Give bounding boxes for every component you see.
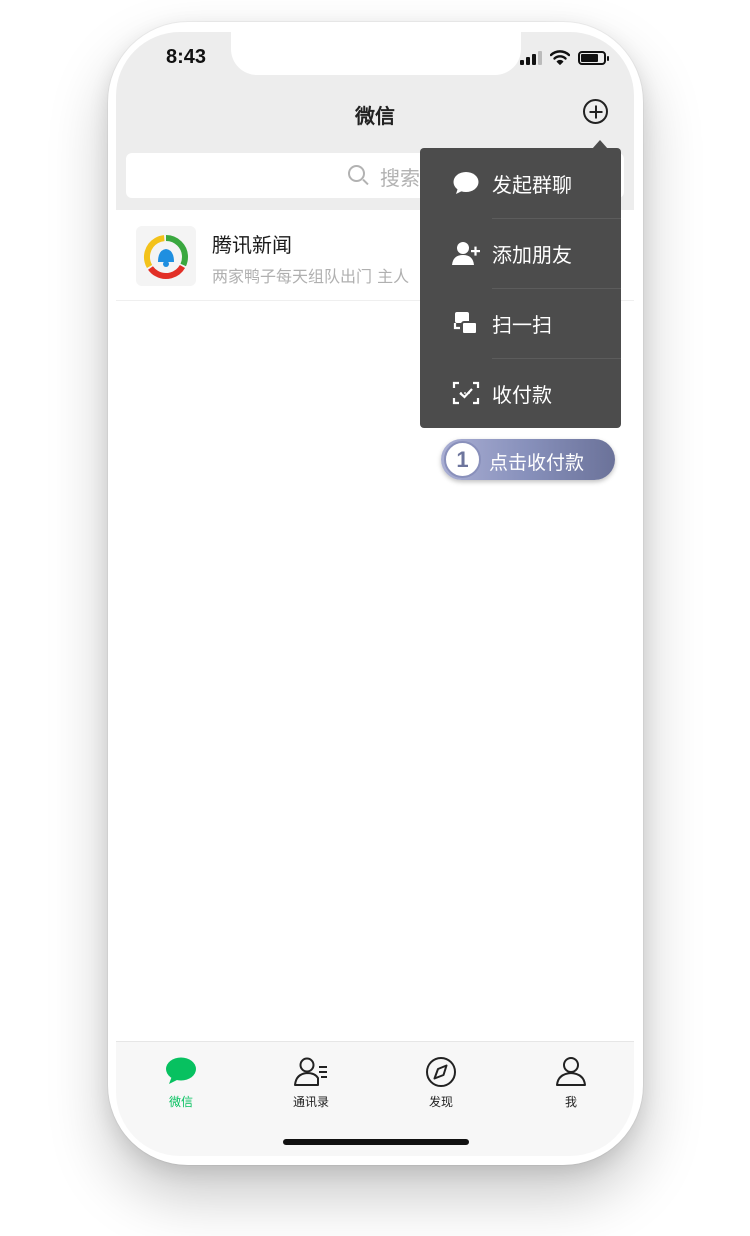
menu-item-group-chat[interactable]: 发起群聊: [420, 148, 621, 218]
tencent-news-logo-icon: [144, 235, 188, 279]
stage: 8:43 微信 搜索 腾讯新闻 两家鸭子每天组队出门 主人 发起群聊 添加朋友 …: [0, 0, 750, 1236]
scan-icon: [453, 312, 478, 335]
nav-bar: 微信: [116, 92, 634, 148]
menu-item-payment[interactable]: 收付款: [420, 358, 621, 428]
tab-me[interactable]: 我: [526, 1056, 616, 1116]
page-title: 微信: [355, 104, 395, 128]
home-indicator[interactable]: [283, 1139, 469, 1145]
menu-label: 扫一扫: [492, 313, 552, 337]
step-badge: 1: [444, 441, 481, 478]
add-plus-button[interactable]: [583, 99, 608, 124]
add-friend-icon: [452, 242, 480, 265]
payment-icon: [452, 381, 480, 405]
tab-label: 发现: [428, 1095, 453, 1109]
tab-label: 我: [564, 1095, 577, 1109]
tencent-news-avatar: [136, 226, 196, 286]
tab-wechat[interactable]: 微信: [136, 1056, 226, 1116]
battery-icon: [578, 50, 609, 65]
menu-item-scan[interactable]: 扫一扫: [420, 288, 621, 358]
tab-label: 通讯录: [292, 1095, 329, 1109]
tab-contacts[interactable]: 通讯录: [266, 1056, 356, 1116]
me-icon: [556, 1057, 586, 1086]
guide-hint-tooltip: 1 点击收付款: [441, 439, 615, 480]
tab-discover[interactable]: 发现: [396, 1056, 486, 1116]
menu-item-add-friend[interactable]: 添加朋友: [420, 218, 621, 288]
hint-text: 点击收付款: [489, 452, 585, 474]
notch: [231, 32, 521, 75]
contacts-icon: [294, 1057, 327, 1086]
menu-label: 添加朋友: [492, 243, 572, 267]
chat-icon: [166, 1057, 196, 1084]
tab-label: 微信: [168, 1095, 193, 1109]
status-icons: [520, 50, 609, 65]
phone-screen: 8:43 微信 搜索 腾讯新闻 两家鸭子每天组队出门 主人 发起群聊 添加朋友 …: [116, 32, 634, 1156]
status-time: 8:43: [166, 46, 207, 68]
menu-label: 收付款: [492, 383, 552, 407]
wifi-icon: [550, 50, 570, 65]
compass-icon: [426, 1057, 456, 1087]
plus-popup-menu: 发起群聊 添加朋友 扫一扫 收付款: [420, 148, 621, 428]
signal-icon: [520, 50, 542, 65]
chat-name: 腾讯新闻: [212, 233, 292, 257]
search-placeholder: 搜索: [380, 166, 420, 190]
chat-bubble-icon: [453, 172, 479, 194]
search-icon: [348, 165, 365, 182]
menu-label: 发起群聊: [492, 173, 572, 197]
chat-preview: 两家鸭子每天组队出门 主人: [212, 267, 410, 286]
status-bar: 8:43: [116, 32, 634, 92]
